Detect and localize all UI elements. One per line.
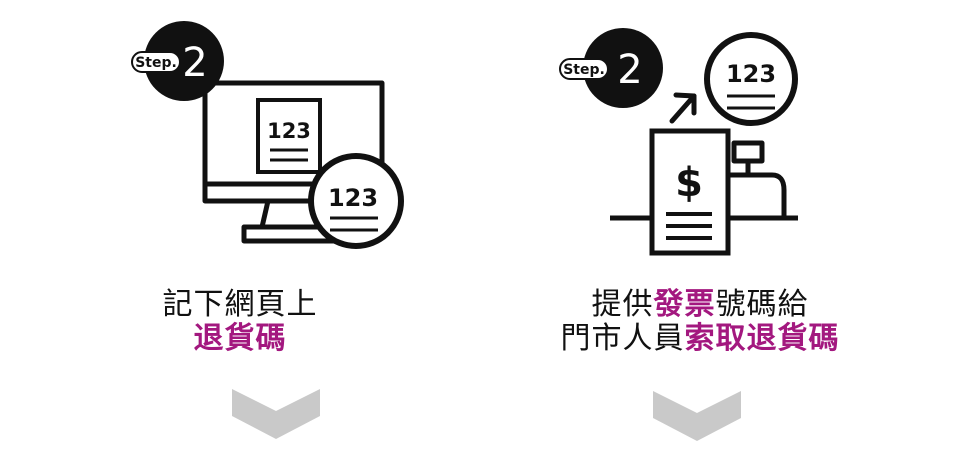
arrow-up-right-icon — [669, 92, 697, 124]
receipt-icon: 123 — [256, 98, 322, 174]
step-caption: 記下網頁上 退貨碼 — [0, 288, 480, 356]
caption-line-1-suffix: 號碼給 — [715, 287, 809, 322]
step-card-computer: 123 123 Step. 2 記下網頁上 退貨碼 — [0, 0, 480, 470]
chevron-down-icon — [232, 389, 320, 439]
caption-highlight-return-code: 索取退貨碼 — [684, 321, 840, 356]
receipt-code: 123 — [267, 119, 311, 143]
magnifier-icon: 123 — [308, 153, 404, 249]
caption-highlight-invoice: 發票 — [653, 287, 716, 322]
chevron-down-icon — [653, 391, 741, 441]
magnifier-icon: 123 — [704, 32, 798, 126]
invoice-illustration: $ 123 Step. 2 — [559, 28, 798, 441]
magnified-code: 123 — [328, 184, 378, 212]
caption-line-1: 提供發票號碼給 — [460, 288, 940, 322]
step-label: Step. — [135, 55, 177, 71]
caption-highlight: 退貨碼 — [193, 321, 287, 356]
step-number: 2 — [182, 40, 207, 86]
dollar-sign: $ — [675, 160, 703, 206]
magnified-code: 123 — [726, 60, 776, 88]
step-label: Step. — [563, 62, 605, 78]
caption-line-1-prefix: 提供 — [591, 287, 654, 322]
computer-illustration: 123 123 Step. 2 — [131, 21, 404, 439]
invoice-dollar-icon: $ — [649, 128, 731, 256]
caption-line-1: 記下網頁上 — [162, 287, 318, 322]
caption-line-2: 門市人員索取退貨碼 — [460, 322, 940, 356]
step-number: 2 — [617, 47, 642, 93]
step-badge: Step. 2 — [131, 21, 224, 101]
step-card-invoice: $ 123 Step. 2 提供發票號碼給 門市人員索取退貨碼 — [480, 0, 960, 470]
caption-line-2-prefix: 門市人員 — [560, 321, 685, 356]
step-caption: 提供發票號碼給 門市人員索取退貨碼 — [460, 288, 940, 356]
step-badge: Step. 2 — [559, 28, 663, 108]
